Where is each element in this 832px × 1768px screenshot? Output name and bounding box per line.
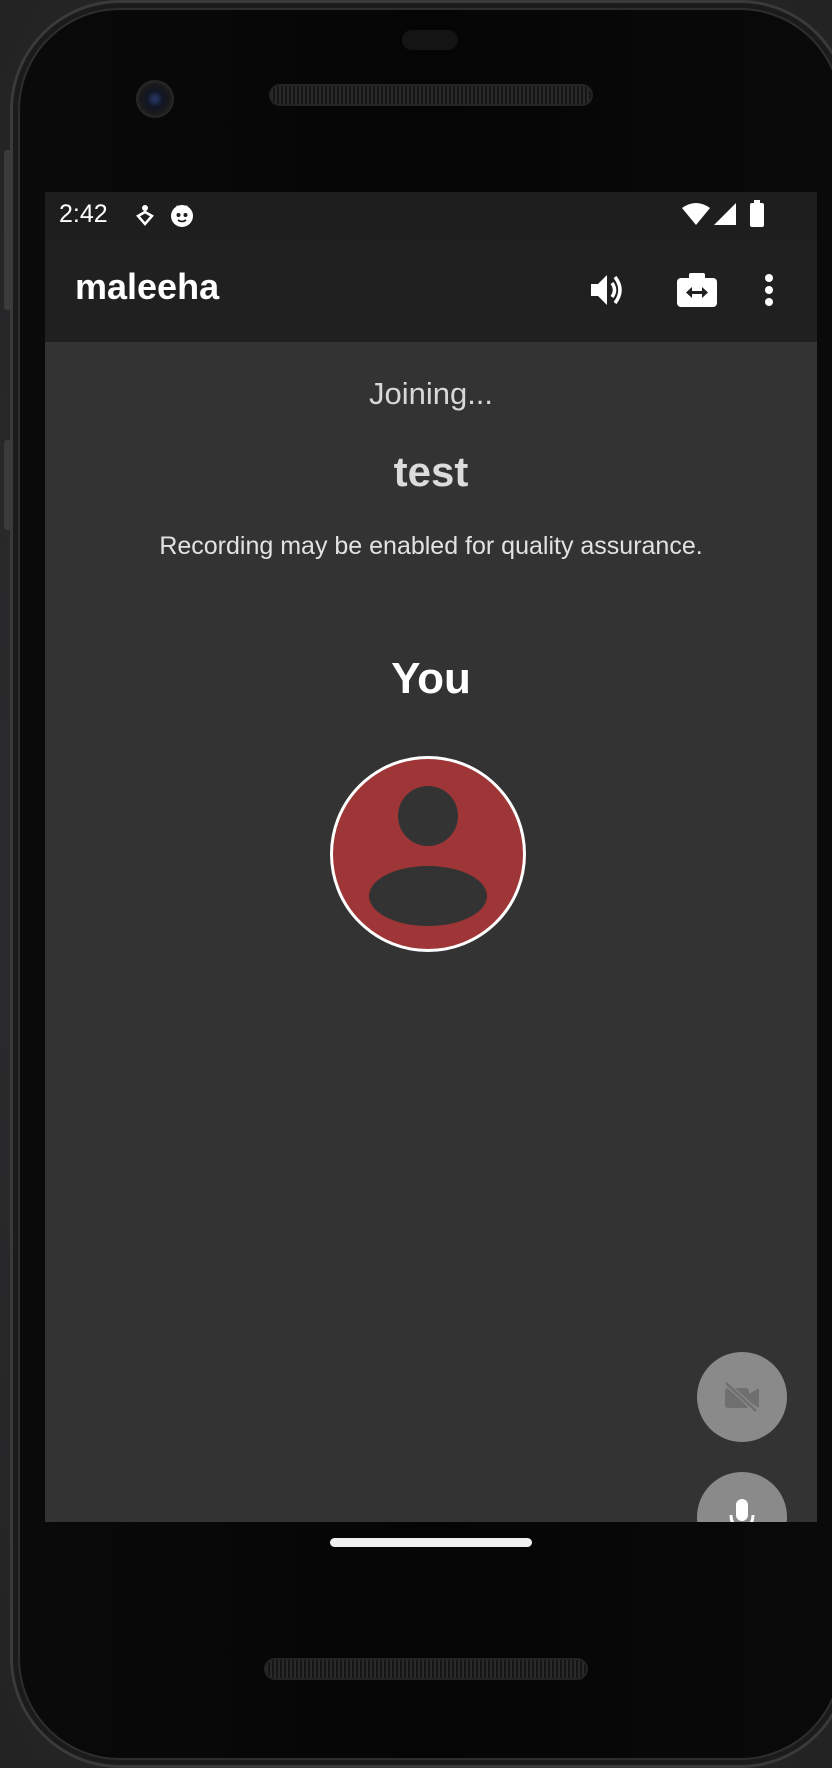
- status-time: 2:42: [59, 200, 108, 228]
- avatar: [330, 756, 526, 952]
- accessibility-icon: [135, 204, 155, 232]
- home-indicator[interactable]: [330, 1538, 532, 1547]
- wifi-icon: [681, 202, 711, 230]
- front-camera: [136, 80, 174, 118]
- switch-camera-button[interactable]: [669, 262, 725, 318]
- app-bar: maleeha: [45, 240, 817, 342]
- phone-side-button: [4, 440, 12, 530]
- self-participant-label: You: [391, 654, 471, 703]
- top-speaker-grille: [271, 86, 591, 104]
- battery-icon: [749, 200, 765, 232]
- signal-icon: [713, 202, 737, 230]
- call-status-text: Joining...: [368, 376, 494, 411]
- meeting-name: test: [393, 448, 469, 495]
- device-background: 2:42 maleeha Joining... test Recording m…: [0, 0, 832, 1768]
- earpiece-slot: [402, 30, 458, 50]
- person-icon: [369, 786, 487, 926]
- video-off-icon: [724, 1381, 759, 1413]
- phone-side-button: [4, 150, 12, 310]
- phone-screen: 2:42 maleeha Joining... test Recording m…: [45, 192, 817, 1522]
- more-options-button[interactable]: [749, 262, 789, 318]
- status-bar: 2:42: [45, 192, 817, 240]
- more-vert-icon: [765, 274, 773, 306]
- cat-notification-icon: [169, 202, 195, 232]
- bottom-speaker-grille: [266, 1660, 586, 1678]
- toggle-video-button[interactable]: [697, 1352, 787, 1442]
- recording-notice: Recording may be enabled for quality ass…: [159, 532, 703, 560]
- volume-icon: [591, 275, 622, 305]
- page-title: maleeha: [75, 266, 220, 307]
- call-content: Joining... test Recording may be enabled…: [45, 342, 817, 1522]
- mute-button[interactable]: [697, 1472, 787, 1522]
- switch-camera-icon: [677, 273, 717, 307]
- mic-icon: [729, 1499, 755, 1522]
- speaker-button[interactable]: [579, 262, 635, 318]
